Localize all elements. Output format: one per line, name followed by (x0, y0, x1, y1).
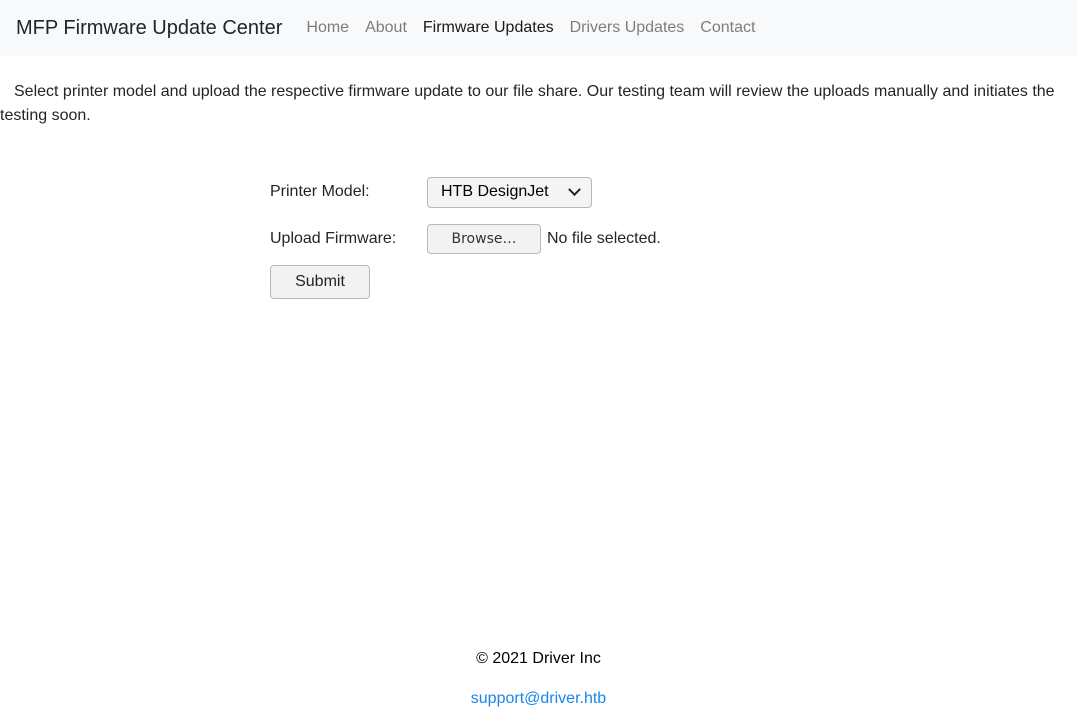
nav-drivers-updates[interactable]: Drivers Updates (562, 19, 693, 37)
printer-model-value: HTB DesignJet (441, 183, 549, 200)
upload-firmware-label: Upload Firmware: (270, 230, 397, 247)
file-status-text: No file selected. (547, 230, 661, 247)
footer-copyright: © 2021 Driver Inc (476, 650, 601, 667)
nav-about[interactable]: About (357, 19, 415, 37)
nav-links: Home About Firmware Updates Drivers Upda… (298, 19, 763, 37)
nav-firmware-updates[interactable]: Firmware Updates (415, 19, 562, 37)
browse-button[interactable]: Browse… (427, 224, 541, 254)
navbar: MFP Firmware Update Center Home About Fi… (0, 0, 1077, 56)
upload-form: Printer Model: HTB DesignJet Upload Firm… (270, 176, 661, 317)
submit-row: Submit (270, 265, 661, 302)
intro-text: Select printer model and upload the resp… (0, 83, 1055, 124)
nav-contact[interactable]: Contact (692, 19, 763, 37)
brand-link[interactable]: MFP Firmware Update Center (16, 17, 282, 40)
printer-model-label: Printer Model: (270, 183, 370, 200)
footer-email: support@driver.htb (0, 690, 1077, 708)
nav-home[interactable]: Home (298, 19, 357, 37)
submit-button[interactable]: Submit (270, 265, 370, 299)
printer-model-row: Printer Model: HTB DesignJet (270, 176, 661, 208)
chevron-down-icon (568, 182, 581, 196)
support-email-link[interactable]: support@driver.htb (471, 690, 606, 707)
printer-model-select[interactable]: HTB DesignJet (427, 176, 592, 208)
upload-firmware-row: Upload Firmware: Browse… No file selecte… (270, 223, 661, 255)
